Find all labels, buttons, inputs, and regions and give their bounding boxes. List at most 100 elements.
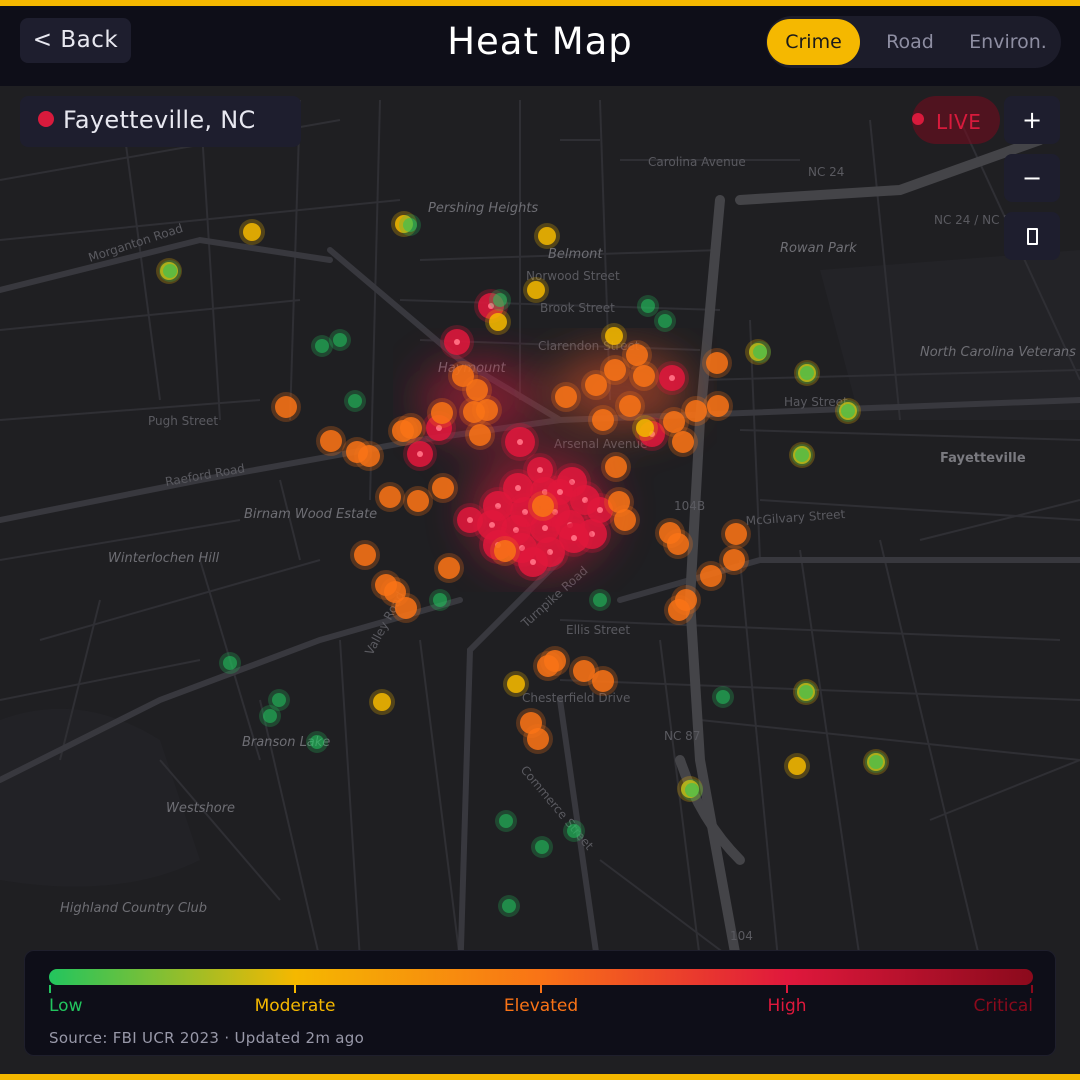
layers-button[interactable] — [1004, 212, 1060, 260]
hotspot-low[interactable] — [799, 685, 813, 699]
hotspot-elevated[interactable] — [723, 549, 745, 571]
hotspot-elevated[interactable] — [438, 557, 460, 579]
hotspot-elevated[interactable] — [494, 540, 516, 562]
legend-label-elevated: Elevated — [503, 996, 579, 1016]
risk-gradient-bar — [49, 969, 1033, 985]
hotspot-low[interactable] — [716, 690, 730, 704]
hotspot-elevated[interactable] — [395, 597, 417, 619]
hotspot-low[interactable] — [567, 824, 581, 838]
live-badge: LIVE — [912, 96, 1000, 144]
hotspot-center-dot — [597, 507, 603, 513]
hotspot-low[interactable] — [348, 394, 362, 408]
hotspot-moderate[interactable] — [373, 693, 391, 711]
hotspot-low[interactable] — [753, 345, 767, 359]
place-label: Pershing Heights — [428, 201, 538, 216]
hotspot-elevated[interactable] — [354, 544, 376, 566]
hotspot-low[interactable] — [499, 814, 513, 828]
hotspot-elevated[interactable] — [592, 670, 614, 692]
hotspot-moderate[interactable] — [538, 227, 556, 245]
hotspot-low[interactable] — [272, 693, 286, 707]
tab-road[interactable]: Road — [870, 19, 950, 65]
hotspot-elevated[interactable] — [407, 490, 429, 512]
hotspot-moderate[interactable] — [788, 757, 806, 775]
hotspot-low[interactable] — [433, 593, 447, 607]
legend-label-low: Low — [49, 996, 83, 1016]
hotspot-elevated[interactable] — [379, 486, 401, 508]
street-label: 104B — [674, 499, 705, 513]
hotspot-elevated[interactable] — [663, 411, 685, 433]
category-tabs: Crime Road Environ. — [766, 16, 1061, 68]
place-label: Highland Country Club — [60, 901, 207, 916]
hotspot-elevated[interactable] — [707, 395, 729, 417]
hotspot-elevated[interactable] — [431, 402, 453, 424]
hotspot-low[interactable] — [841, 404, 855, 418]
hotspot-elevated[interactable] — [614, 509, 636, 531]
hotspot-low[interactable] — [658, 314, 672, 328]
hotspot-low[interactable] — [263, 709, 277, 723]
hotspot-low[interactable] — [163, 264, 177, 278]
legend-label-critical: Critical — [973, 996, 1033, 1016]
hotspot-moderate[interactable] — [489, 313, 507, 331]
hotspot-elevated[interactable] — [320, 430, 342, 452]
hotspot-low[interactable] — [403, 218, 417, 232]
hotspot-low[interactable] — [593, 593, 607, 607]
hotspot-elevated[interactable] — [700, 565, 722, 587]
hotspot-low[interactable] — [795, 448, 809, 462]
legend-label-high: High — [767, 996, 807, 1016]
hotspot-low[interactable] — [685, 783, 699, 797]
hotspot-elevated[interactable] — [555, 386, 577, 408]
app-header: < Back Heat Map Crime Road Environ. — [0, 6, 1080, 86]
hotspot-moderate[interactable] — [243, 223, 261, 241]
hotspot-low[interactable] — [333, 333, 347, 347]
hotspot-elevated[interactable] — [604, 359, 626, 381]
hotspot-elevated[interactable] — [469, 424, 491, 446]
hotspot-elevated[interactable] — [527, 728, 549, 750]
location-chip[interactable]: Fayetteville, NC — [20, 96, 301, 147]
hotspot-moderate[interactable] — [605, 327, 623, 345]
hotspot-elevated[interactable] — [432, 477, 454, 499]
hotspot-center-dot — [557, 489, 563, 495]
risk-legend: Low Moderate Elevated High Critical Sour… — [24, 950, 1056, 1056]
hotspot-low[interactable] — [502, 899, 516, 913]
hotspot-elevated[interactable] — [619, 395, 641, 417]
hotspot-low[interactable] — [641, 299, 655, 313]
hotspot-elevated[interactable] — [706, 352, 728, 374]
hotspot-low[interactable] — [869, 755, 883, 769]
hotspot-elevated[interactable] — [626, 344, 648, 366]
hotspot-low[interactable] — [310, 735, 324, 749]
zoom-out-button[interactable]: − — [1004, 154, 1060, 202]
hotspot-center-dot — [517, 439, 523, 445]
heat-map[interactable]: Morganton Road Raeford Road Hay Street A… — [0, 86, 1080, 1074]
hotspot-elevated[interactable] — [532, 495, 554, 517]
hotspot-moderate[interactable] — [636, 419, 654, 437]
tab-crime[interactable]: Crime — [767, 19, 860, 65]
zoom-in-button[interactable]: + — [1004, 96, 1060, 144]
hotspot-elevated[interactable] — [592, 409, 614, 431]
hotspot-low[interactable] — [223, 656, 237, 670]
hotspot-elevated[interactable] — [667, 533, 689, 555]
hotspot-moderate[interactable] — [507, 675, 525, 693]
street-label: Brook Street — [540, 301, 615, 315]
hotspot-elevated[interactable] — [463, 401, 485, 423]
hotspot-low[interactable] — [535, 840, 549, 854]
hotspot-elevated[interactable] — [725, 523, 747, 545]
hotspot-center-dot — [515, 485, 521, 491]
hotspot-moderate[interactable] — [527, 281, 545, 299]
hotspot-low[interactable] — [800, 366, 814, 380]
legend-label-moderate: Moderate — [254, 996, 336, 1016]
legend-tick — [786, 985, 788, 993]
hotspot-elevated[interactable] — [400, 417, 422, 439]
back-button[interactable]: < Back — [20, 18, 131, 63]
hotspot-low[interactable] — [315, 339, 329, 353]
legend-tick — [540, 985, 542, 993]
hotspot-elevated[interactable] — [605, 456, 627, 478]
place-label: Belmont — [548, 247, 603, 262]
hotspot-elevated[interactable] — [275, 396, 297, 418]
tab-environment[interactable]: Environ. — [960, 19, 1056, 65]
hotspot-elevated[interactable] — [544, 650, 566, 672]
hotspot-elevated[interactable] — [668, 599, 690, 621]
hotspot-center-dot — [417, 451, 423, 457]
hotspot-elevated[interactable] — [358, 445, 380, 467]
hotspot-low[interactable] — [493, 293, 507, 307]
legend-tick — [1031, 985, 1033, 993]
